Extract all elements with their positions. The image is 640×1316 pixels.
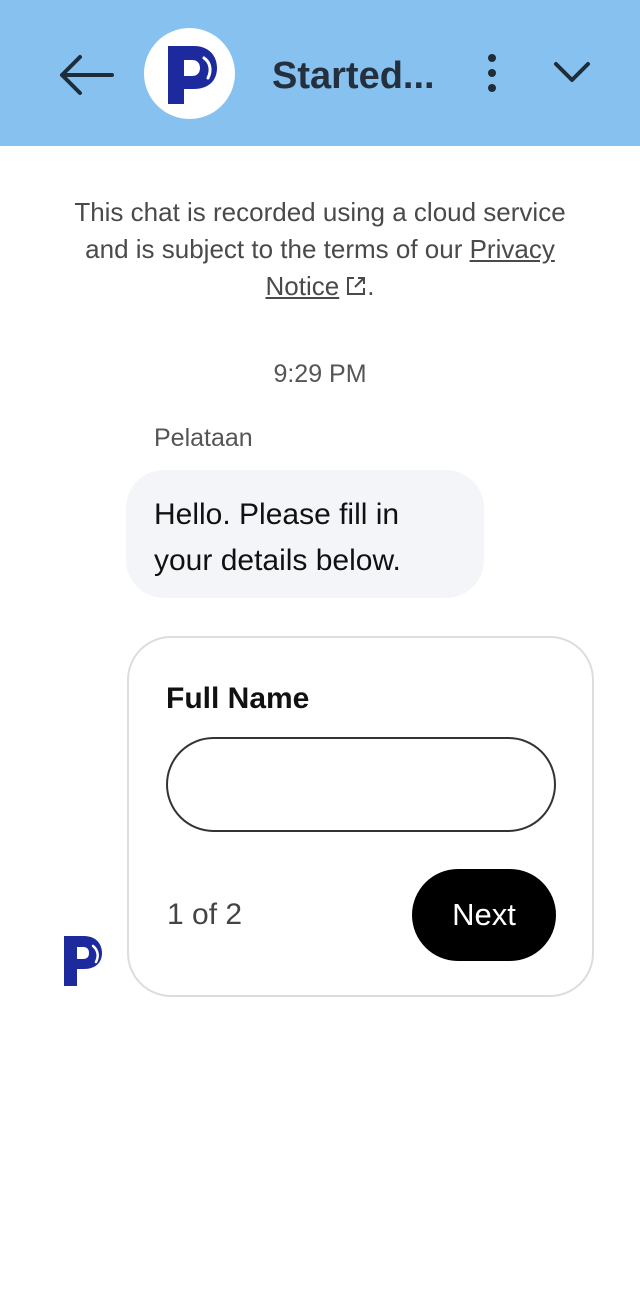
bot-avatar bbox=[62, 934, 104, 988]
arrow-left-icon bbox=[60, 55, 114, 95]
full-name-label: Full Name bbox=[166, 682, 310, 715]
more-options-button[interactable] bbox=[476, 50, 508, 96]
next-button[interactable]: Next bbox=[412, 869, 556, 961]
back-button[interactable] bbox=[52, 48, 118, 102]
p-logo bbox=[168, 46, 217, 104]
more-vertical-icon bbox=[488, 54, 496, 92]
full-name-input[interactable] bbox=[166, 737, 556, 832]
sender-name: Pelataan bbox=[154, 424, 253, 452]
brand-avatar bbox=[144, 28, 235, 119]
privacy-notice: This chat is recorded using a cloud serv… bbox=[50, 194, 590, 305]
p-logo bbox=[64, 936, 102, 986]
external-link-icon bbox=[347, 277, 366, 295]
form-pager: 1 of 2 bbox=[167, 898, 243, 931]
details-form-card: Full Name 1 of 2 Next bbox=[127, 636, 594, 997]
chevron-down-icon bbox=[554, 62, 590, 82]
collapse-button[interactable] bbox=[548, 52, 596, 94]
chat-title: Started... bbox=[272, 55, 435, 97]
message-bubble: Hello. Please fill in your details below… bbox=[126, 470, 484, 598]
notice-period: . bbox=[367, 271, 375, 301]
chat-header: Started... bbox=[0, 0, 640, 146]
message-timestamp: 9:29 PM bbox=[273, 360, 367, 388]
